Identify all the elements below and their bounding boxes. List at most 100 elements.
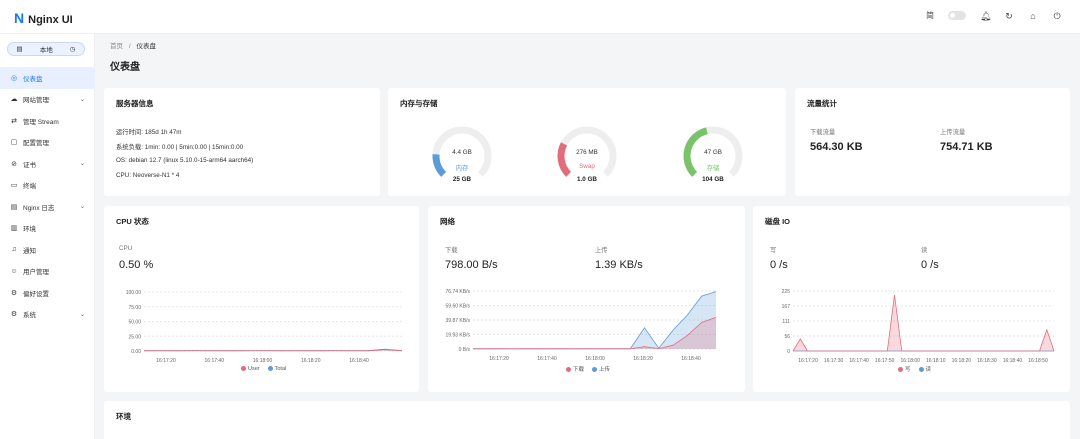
- sidebar-item-6[interactable]: ▤ Nginx 日志 ⌄: [0, 196, 95, 218]
- x-tick-label: 16:18:40: [681, 356, 701, 362]
- upload-traffic-label: 上传流量: [940, 129, 966, 136]
- x-tick-label: 16:18:20: [633, 356, 653, 362]
- upload-traffic-value: 754.71 KB: [940, 141, 993, 153]
- x-tick-label: 16:18:10: [926, 358, 946, 364]
- menu-icon: ⚙: [10, 289, 18, 297]
- x-tick-label: 16:18:00: [253, 358, 273, 364]
- menu-icon: ▥: [10, 225, 18, 233]
- chevron-down-icon: ⌄: [79, 311, 85, 318]
- home-icon[interactable]: ⌂: [1028, 11, 1038, 21]
- traffic-card: 流量统计 下载流量 564.30 KB 上传流量 754.71 KB: [795, 88, 1070, 196]
- uptime-text: 运行时间: 185d 1h 47m: [116, 129, 182, 136]
- top-actions: 简 🔔︎ ↻ ⌂ ⏻: [926, 10, 1062, 21]
- sidebar-item-label: 终端: [23, 183, 36, 191]
- sidebar-item-10[interactable]: ⚙ 偏好设置: [0, 282, 95, 304]
- y-tick-label: 225: [782, 289, 791, 295]
- refresh-icon: ◷: [69, 46, 76, 53]
- logout-icon[interactable]: ⏻: [1052, 11, 1062, 21]
- x-tick-label: 16:17:20: [489, 356, 509, 362]
- environment-card: 环境: [104, 401, 1070, 439]
- gauge-value: 4.4 GB: [452, 149, 472, 156]
- network-card: 网络 下载 798.00 B/s 上传 1.39 KB/s 76.74 KB/s…: [428, 206, 745, 392]
- theme-toggle[interactable]: [948, 11, 966, 20]
- gauge-name: 存储: [706, 165, 720, 172]
- sidebar-item-label: 配置管理: [23, 140, 49, 148]
- sidebar-item-7[interactable]: ▥ 环境: [0, 218, 95, 240]
- gauge-name: Swap: [579, 163, 595, 170]
- sidebar-item-0[interactable]: ◎ 仪表盘: [0, 67, 95, 89]
- environment-label: 本地: [39, 47, 53, 54]
- menu-icon: ▤: [10, 203, 18, 211]
- x-tick-label: 16:18:30: [977, 358, 997, 364]
- series-line-0: [792, 294, 1055, 352]
- reload-icon[interactable]: ↻: [1004, 11, 1014, 21]
- x-tick-label: 16:18:40: [349, 358, 369, 364]
- legend-download[interactable]: 下载: [566, 365, 584, 373]
- bell-icon[interactable]: 🔔︎: [980, 11, 991, 21]
- x-tick-label: 16:17:40: [849, 358, 869, 364]
- load-text: 系统负载: 1min: 0.00 | 5min:0.00 | 15min:0.0…: [116, 144, 244, 151]
- sidebar-item-5[interactable]: ▭ 终端: [0, 175, 95, 197]
- legend-user[interactable]: User: [241, 366, 260, 372]
- sidebar-item-11[interactable]: ⚙ 系统 ⌄: [0, 304, 95, 326]
- sidebar-item-8[interactable]: ♫ 通知: [0, 239, 95, 261]
- menu-icon: ◎: [10, 74, 18, 82]
- breadcrumb-home[interactable]: 首页: [110, 43, 123, 50]
- y-tick-label: 111: [782, 319, 790, 325]
- sidebar-item-2[interactable]: ⇄ 管理 Stream: [0, 110, 95, 132]
- memory-storage-card: 内存与存储 4.4 GB 内存 25 GB 276 MB Swap 1.0 GB 47 GB…: [388, 88, 786, 196]
- legend-write[interactable]: 写: [898, 365, 911, 373]
- x-tick-label: 16:18:20: [301, 358, 321, 364]
- x-tick-label: 16:18:20: [952, 358, 972, 364]
- os-text: OS: debian 12.7 (linux 5.10.0-15-arm64 a…: [116, 157, 254, 164]
- download-traffic-value: 564.30 KB: [810, 141, 863, 153]
- sidebar-item-9[interactable]: ☺ 用户管理: [0, 261, 95, 283]
- legend-upload[interactable]: 上传: [592, 365, 610, 373]
- y-tick-label: 56: [784, 334, 790, 340]
- breadcrumb-current: 仪表盘: [136, 43, 156, 50]
- y-tick-label: 39.87 KB/s: [446, 318, 471, 324]
- disk-io-card: 磁盘 IO 写 0 /s 读 0 /s 225 167 111 56 0 16:17:20…: [753, 206, 1070, 392]
- sidebar-item-3[interactable]: ▢ 配置管理: [0, 132, 95, 154]
- app-name: Nginx UI: [28, 14, 73, 26]
- y-tick-label: 19.93 KB/s: [446, 333, 471, 339]
- menu-icon: ☁: [10, 96, 18, 104]
- environment-card-title: 环境: [116, 412, 131, 421]
- network-legend: 下载 上传: [566, 365, 610, 373]
- disk-legend: 写 读: [898, 365, 931, 373]
- breadcrumb-separator: /: [128, 43, 131, 50]
- y-tick-label: 59.60 KB/s: [446, 304, 471, 310]
- cpu-text: CPU: Neoverse-N1 * 4: [116, 172, 180, 179]
- x-tick-label: 16:18:00: [585, 356, 605, 362]
- sidebar-item-label: 管理 Stream: [23, 118, 59, 126]
- sidebar-item-4[interactable]: ⊘ 证书 ⌄: [0, 153, 95, 175]
- sidebar: ▤ 本地 ◷ ◎ 仪表盘 ☁ 网站管理 ⌄ ⇄ 管理 Stream ▢ 配置管理 ⊘ 证书 ⌄ ▭ 终端 ▤…: [0, 34, 95, 439]
- y-tick-label: 0 B/s: [459, 347, 471, 353]
- x-tick-label: 16:17:20: [798, 358, 818, 364]
- legend-total[interactable]: Total: [267, 366, 286, 372]
- app-logo[interactable]: N Nginx UI: [14, 10, 73, 26]
- sidebar-item-1[interactable]: ☁ 网站管理 ⌄: [0, 89, 95, 111]
- page-title: 仪表盘: [110, 62, 140, 73]
- y-tick-label: 100.00: [126, 290, 142, 296]
- x-tick-label: 16:17:40: [205, 358, 225, 364]
- sidebar-item-label: Nginx 日志: [23, 204, 55, 212]
- gauge-total: 25 GB: [452, 176, 472, 183]
- x-tick-label: 16:18:50: [1028, 358, 1048, 364]
- x-tick-label: 16:17:30: [824, 358, 844, 364]
- y-tick-label: 0: [787, 349, 790, 355]
- menu-icon: ☺: [10, 267, 18, 275]
- top-bar: N Nginx UI 简 🔔︎ ↻ ⌂ ⏻: [0, 0, 1080, 34]
- language-select[interactable]: 简: [926, 10, 934, 21]
- legend-read[interactable]: 读: [918, 365, 931, 373]
- chevron-down-icon: ⌄: [79, 96, 85, 103]
- cpu-chart: 100.00 75.00 50.00 25.00 0.00 16:17:20 16:17:4…: [126, 290, 403, 364]
- x-tick-label: 16:18:00: [900, 358, 920, 364]
- menu-icon: ♫: [11, 246, 17, 254]
- gauge-value: 47 GB: [704, 149, 722, 156]
- chevron-down-icon: ⌄: [79, 161, 85, 168]
- environment-switch[interactable]: ▤ 本地 ◷: [7, 42, 85, 56]
- gauge-value: 276 MB: [576, 149, 598, 156]
- y-tick-label: 50.00: [128, 320, 141, 326]
- x-tick-label: 16:17:40: [537, 356, 557, 362]
